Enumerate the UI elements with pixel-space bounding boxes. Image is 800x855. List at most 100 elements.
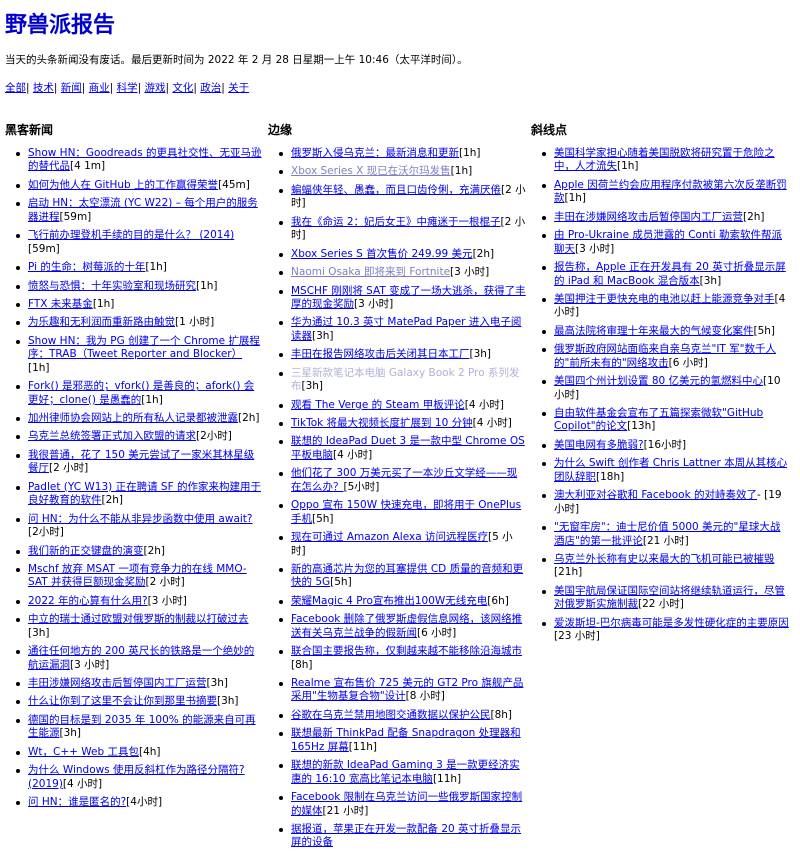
headline-link[interactable]: 荣耀Magic 4 Pro宣布推出100W无线充电 <box>291 595 487 607</box>
headline-item: 最高法院将审理十年来最大的气候变化案件[5h] <box>542 324 789 338</box>
nav-link[interactable]: 科学 <box>117 82 138 94</box>
headline-link[interactable]: Xbox Series S 首次售价 249.99 美元 <box>291 248 473 260</box>
headline-item: Facebook 删除了俄罗斯虚假信息网络，该网络推送有关乌克兰战争的假新闻[6… <box>279 613 526 640</box>
nav-link[interactable]: 关于 <box>228 82 249 94</box>
headline-link[interactable]: Show HN：我为 PG 创建了一个 Chrome 扩展程序：TRAB（Twe… <box>28 335 260 360</box>
headline-age: [4 小时] <box>62 777 103 790</box>
headline-link[interactable]: 为乐趣和无利润而重新路由触觉 <box>28 316 175 328</box>
headline-link[interactable]: Mschf 放弃 MSAT 一项有竞争力的在线 MMO-SAT 并获得巨额现金奖… <box>28 563 247 588</box>
headline-list: Show HN：Goodreads 的更具社交性、无亚马逊的替代品[4 1m] 如… <box>5 147 263 810</box>
headline-link[interactable]: 飞行前办理登机手续的目的是什么？ (2014) <box>28 229 234 241</box>
headline-link[interactable]: Apple 因荷兰约会应用程序付款被第六次反垄断罚款 <box>554 179 787 204</box>
headline-link[interactable]: 澳大利亚对谷歌和 Facebook 的对峙奏效了 <box>554 489 757 501</box>
nav-link[interactable]: 新闻 <box>61 82 82 94</box>
headline-link[interactable]: 乌克兰外长称有史以来最大的飞机可能已被摧毁 <box>554 553 775 565</box>
headline-link[interactable]: 报告称，Apple 正在开发具有 20 英寸折叠显示屏的 iPad 和 MacB… <box>554 261 786 286</box>
headline-link[interactable]: MSCHF 刚刚将 SAT 变成了一场大逃杀，获得了丰厚的现金奖励 <box>291 285 526 310</box>
nav-link[interactable]: 政治 <box>200 82 221 94</box>
headline-link[interactable]: TikTok 将最大视频长度扩展到 10 分钟 <box>291 417 473 429</box>
headline-link[interactable]: 加州律师协会网站上的所有私人记录都被泄露 <box>28 412 238 424</box>
nav-link[interactable]: 全部 <box>5 82 26 94</box>
headline-item: 我在《命运 2：妃后女王》中瘫迷于一根棍子[2 小时] <box>279 216 526 243</box>
headline-link[interactable]: 美国四个州计划设置 80 亿美元的氢燃料中心 <box>554 375 763 387</box>
headline-link[interactable]: 新的高通芯片为您的耳塞提供 CD 质量的音频和更快的 5G <box>291 563 523 588</box>
headline-link[interactable]: 自由软件基金会宣布了五篇探索微软"GitHub Copilot"的论文 <box>554 407 763 432</box>
headline-item: 为什么 Swift 创作者 Chris Lattner 本周从其核心团队辞职[1… <box>542 457 789 484</box>
headline-age: [5h] <box>312 512 334 525</box>
headline-link[interactable]: 爱泼斯坦-巴尔病毒可能是多发性硬化症的主要原因 <box>554 617 789 629</box>
headline-link[interactable]: 联合国主要报告称，仅剩越来越不能移除沿海城市 <box>291 645 522 657</box>
headline-link[interactable]: 观看 The Verge 的 Steam 甲板评论 <box>291 399 465 411</box>
headline-link[interactable]: 丰田涉嫌网络攻击后暂停国内工厂运营 <box>28 677 207 689</box>
last-updated-text: 当天的头条新闻没有废话。最后更新时间为 2022 年 2 月 28 日星期一上午… <box>5 54 468 66</box>
headline-link[interactable]: 我在《命运 2：妃后女王》中瘫迷于一根棍子 <box>291 216 501 228</box>
headline-link[interactable]: 三星新款笔记本电脑 Galaxy Book 2 Pro 系列发布 <box>291 367 520 392</box>
headline-link[interactable]: 俄罗斯入侵乌克兰：最新消息和更新 <box>291 147 459 159</box>
headline-item: 美国四个州计划设置 80 亿美元的氢燃料中心[10 小时] <box>542 375 789 402</box>
headline-link[interactable]: 蝙蝠侠年轻、愚蠢，而且口齿伶俐，充满厌倦 <box>291 184 501 196</box>
headline-age: [1h] <box>617 160 639 173</box>
headline-link[interactable]: 美国电网有多脆弱? <box>554 439 644 451</box>
headline-age: [2小时] <box>196 430 232 443</box>
headline-link[interactable]: 通往任何地方的 200 英尺长的铁路是一个绝妙的航运漏洞 <box>28 645 254 670</box>
headline-link[interactable]: 美国科学家担心随着美国脱欧将研究置于危险之中，人才流失 <box>554 147 775 172</box>
column-heading: 黑客新闻 <box>5 123 54 137</box>
headline-link[interactable]: 中立的瑞士通过欧盟对俄罗斯的制裁以打破过去 <box>28 613 249 625</box>
headline-link[interactable]: Xbox Series X 现已在沃尔玛发售 <box>291 165 451 177</box>
headline-item: 观看 The Verge 的 Steam 甲板评论[4 小时] <box>279 399 526 412</box>
headline-item: 俄罗斯入侵乌克兰：最新消息和更新[1h] <box>279 147 526 160</box>
headline-item: Fork() 是邪恶的；vfork() 是善良的；afork() 会更好；clo… <box>16 380 263 407</box>
headline-link[interactable]: Wt，C++ Web 工具包 <box>28 746 139 758</box>
headline-link[interactable]: 美国押注于更快充电的电池以赶上能源竞争对手 <box>554 293 775 305</box>
headline-link[interactable]: Padlet (YC W13) 正在聘请 SF 的作家来构建用于良好教育的软件 <box>28 481 261 506</box>
headline-item: 他们花了 300 万美元买了一本沙丘文学经——现在怎么办？[5小时] <box>279 467 526 494</box>
headline-item: 我很普通，花了 150 美元尝试了一家米其林星级餐厅[2 小时] <box>16 449 263 476</box>
headline-age: [3h] <box>217 695 239 708</box>
headline-age: [1h] <box>196 279 218 292</box>
headline-age: [5h] <box>753 324 776 337</box>
headline-link[interactable]: 愤怒与恐惧：十年实验室和现场研究 <box>28 280 196 292</box>
headline-link[interactable]: FTX 未来基金 <box>28 298 93 310</box>
headline-age: [3h] <box>469 348 492 361</box>
headline-link[interactable]: Pi 的生命：树莓派的十年 <box>28 261 145 273</box>
headline-age: [1h] <box>141 393 163 406</box>
headline-item: 我们新的正交键盘的演变[2h] <box>16 545 263 558</box>
nav-link[interactable]: 商业 <box>89 82 110 94</box>
nav-link[interactable]: 游戏 <box>144 82 165 94</box>
headline-link[interactable]: 乌克兰总统签署正式加入欧盟的请求 <box>28 430 196 442</box>
headline-link[interactable]: 联想的 IdeaPad Duet 3 是一款中型 Chrome OS 平板电脑 <box>291 435 525 460</box>
headline-age: [1h] <box>28 361 50 374</box>
headline-item: Padlet (YC W13) 正在聘请 SF 的作家来构建用于良好教育的软件[… <box>16 481 263 508</box>
nav-link[interactable]: 文化 <box>172 82 193 94</box>
headline-link[interactable]: Show HN：Goodreads 的更具社交性、无亚马逊的替代品 <box>28 147 262 172</box>
nav-link[interactable]: 技术 <box>33 82 54 94</box>
headline-link[interactable]: 问 HN：谁是匿名的? <box>28 796 126 808</box>
headline-link[interactable]: 我们新的正交键盘的演变 <box>28 545 144 557</box>
headline-link[interactable]: 如何为他人在 GitHub 上的工作赢得荣誉 <box>28 179 218 191</box>
headline-item: 愤怒与恐惧：十年实验室和现场研究[1h] <box>16 279 263 293</box>
headline-link[interactable]: 丰田在报告网络攻击后关闭其日本工厂 <box>291 348 470 360</box>
headline-age: [2h] <box>743 210 765 223</box>
headline-link[interactable]: 2022 年的心算有什么用? <box>28 595 148 607</box>
headline-link[interactable]: 俄罗斯政府网站面临来自亲乌克兰"IT 军"数千人的"前所未有的"网络攻击 <box>554 343 776 368</box>
nav-separator: | <box>53 82 61 95</box>
headline-link[interactable]: 为什么 Swift 创作者 Chris Lattner 本周从其核心团队辞职 <box>554 457 787 482</box>
headline-link[interactable]: 最高法院将审理十年来最大的气候变化案件 <box>554 325 754 337</box>
headline-link[interactable]: Facebook 删除了俄罗斯虚假信息网络，该网络推送有关乌克兰战争的假新闻 <box>291 613 522 638</box>
headline-link[interactable]: 联想最新 ThinkPad 配备 Snapdragon 处理器和 165Hz 屏… <box>291 727 521 752</box>
headline-age: [8h] <box>490 708 513 721</box>
headline-item: 自由软件基金会宣布了五篇探索微软"GitHub Copilot"的论文[13h] <box>542 407 789 434</box>
headline-age: [21 小时] <box>642 534 689 547</box>
headline-link[interactable]: 现在可通过 Amazon Alexa 访问远程医疗 <box>291 531 488 543</box>
headline-link[interactable]: 谷歌在乌克兰禁用地图交通数据以保护公民 <box>291 709 491 721</box>
headline-link[interactable]: 丰田在涉嫌网络攻击后暂停国内工厂运营 <box>554 211 743 223</box>
headline-link[interactable]: 问 HN：为什么不能从非异步函数中使用 await? <box>28 513 253 525</box>
headline-link[interactable]: 他们花了 300 万美元买了一本沙丘文学经——现在怎么办？ <box>291 467 517 492</box>
headline-link[interactable]: 为什么 Windows 使用反斜杠作为路径分隔符? (2019) <box>28 764 245 789</box>
headline-age: [45m] <box>218 178 250 191</box>
headline-link[interactable]: 什么让你到了这里不会让你到那里书摘要 <box>28 695 217 707</box>
headline-link[interactable]: Naomi Osaka 即将来到 Fortnite <box>291 266 450 278</box>
headline-link[interactable]: 联想的新款 IdeaPad Gaming 3 是一款更经济实惠的 16:10 宽… <box>291 759 520 784</box>
headline-age: [13h] <box>627 420 656 433</box>
headline-link[interactable]: 据报道，苹果正在开发一款配备 20 英寸折叠显示屏的设备 <box>291 823 521 848</box>
